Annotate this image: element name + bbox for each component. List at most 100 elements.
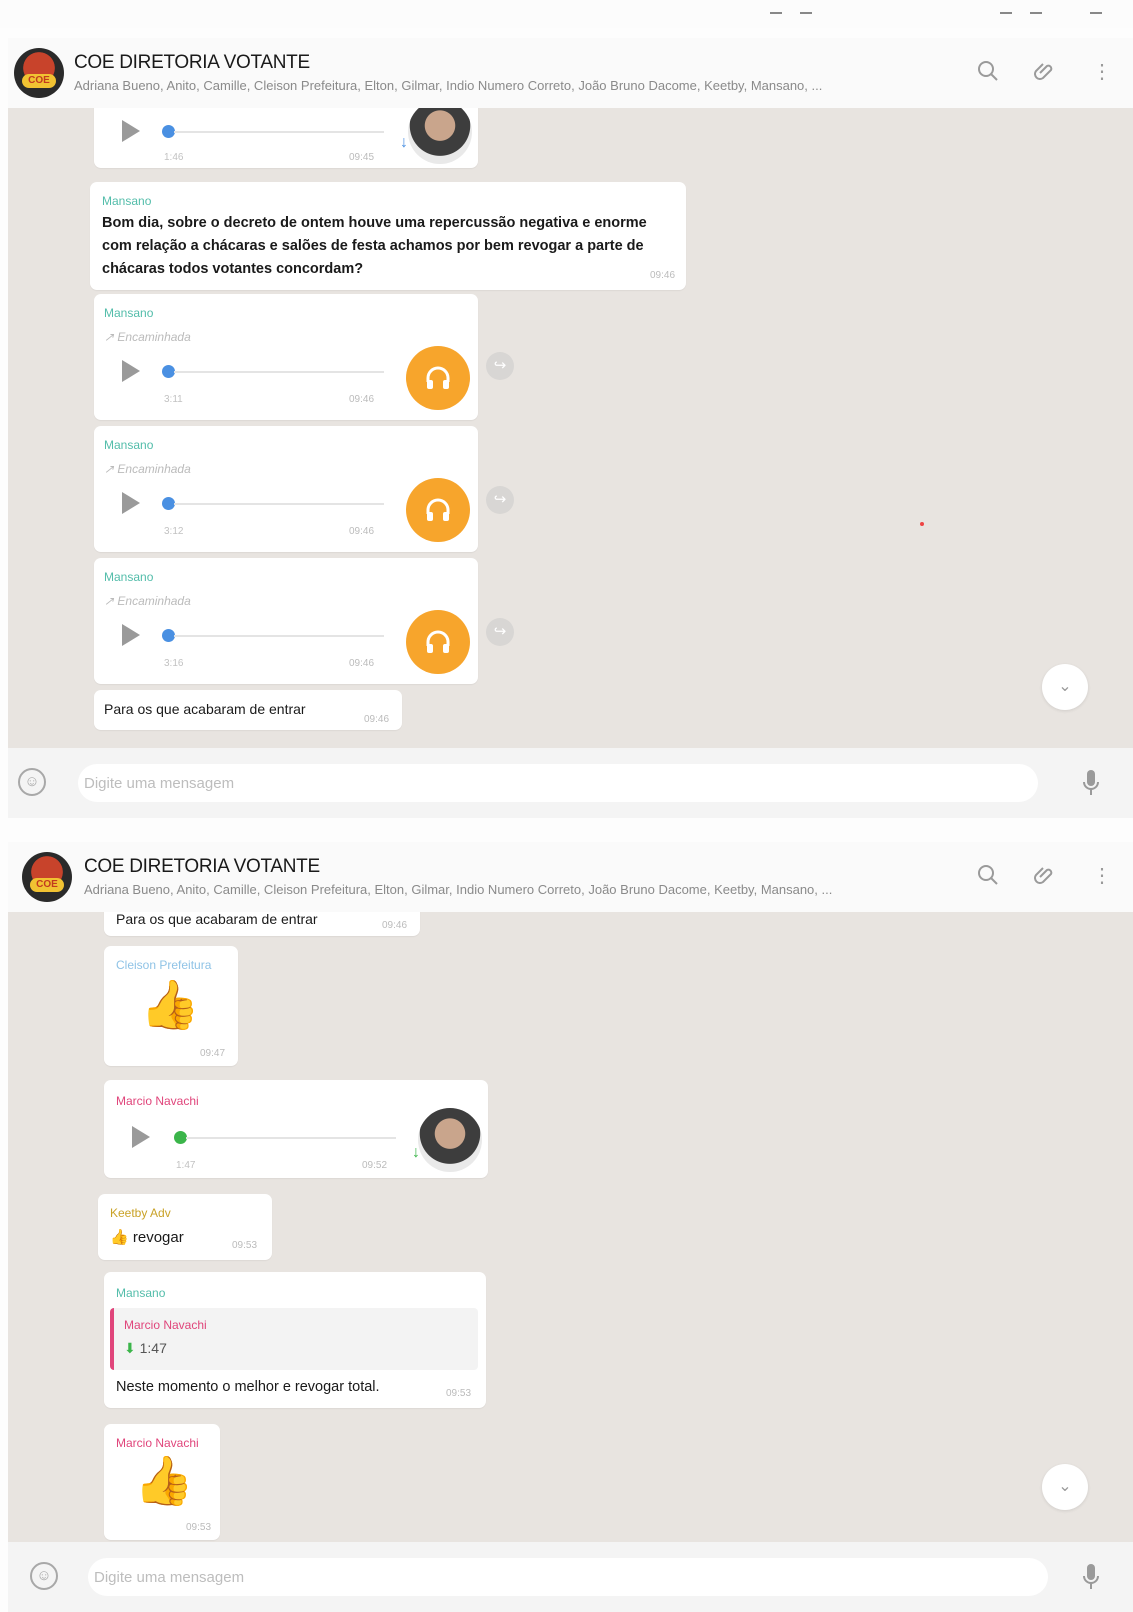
chevron-down-icon[interactable]: ⌄ xyxy=(1042,1464,1088,1510)
message-text: Para os que acabaram de entrar xyxy=(116,912,318,927)
headphones-icon xyxy=(406,478,470,542)
play-icon[interactable] xyxy=(132,1126,150,1148)
sender-photo xyxy=(418,1108,482,1172)
progress-track[interactable] xyxy=(174,131,384,133)
restore-icon[interactable] xyxy=(800,12,812,14)
message-sender: Mansano xyxy=(102,194,152,208)
message-time: 09:45 xyxy=(349,152,375,163)
progress-track[interactable] xyxy=(186,1137,396,1139)
message-sender: Mansano xyxy=(116,1286,166,1300)
message-input[interactable] xyxy=(78,764,1038,802)
mic-icon[interactable] xyxy=(1081,1562,1101,1592)
play-icon[interactable] xyxy=(122,624,140,646)
attach-icon[interactable] xyxy=(1033,60,1057,84)
window-chrome xyxy=(0,0,1133,28)
message-sender: Cleison Prefeitura xyxy=(116,958,212,972)
message-time: 09:53 xyxy=(446,1388,472,1399)
forwarded-label: ↗ Encaminhada xyxy=(104,462,191,476)
headphones-icon xyxy=(406,610,470,674)
audio-duration: 3:12 xyxy=(164,526,184,537)
message-time: 09:46 xyxy=(349,394,375,405)
progress-track[interactable] xyxy=(174,635,384,637)
mic-icon[interactable] xyxy=(1081,768,1101,798)
quoted-sender: Marcio Navachi xyxy=(124,1318,207,1332)
message-time: 09:46 xyxy=(382,920,408,931)
thumbs-up-icon: 👍 xyxy=(110,1229,129,1246)
audio-message: 1:46 09:45 ↓ xyxy=(94,108,478,168)
compose-bar: ☺ xyxy=(8,748,1133,818)
download-icon: ↓ xyxy=(400,134,408,151)
play-icon[interactable] xyxy=(122,360,140,382)
forwarded-label: ↗ Encaminhada xyxy=(104,330,191,344)
message-time: 09:46 xyxy=(650,270,676,281)
message-text: Neste momento o melhor e revogar total. xyxy=(116,1379,380,1395)
stray-dot xyxy=(920,522,924,526)
close-icon[interactable] xyxy=(1090,12,1102,14)
forwarded-audio-message: Mansano ↗ Encaminhada 3:11 09:46 xyxy=(94,294,478,420)
progress-track[interactable] xyxy=(174,371,384,373)
play-icon[interactable] xyxy=(122,492,140,514)
thumbs-up-icon: 👍 xyxy=(134,1455,194,1508)
message-time: 09:46 xyxy=(349,526,375,537)
group-participants: Adriana Bueno, Anito, Camille, Cleison P… xyxy=(84,882,833,897)
forward-icon[interactable]: ↪ xyxy=(486,352,514,380)
audio-duration: 3:16 xyxy=(164,658,184,669)
search-icon[interactable] xyxy=(976,864,1000,888)
message-time: 09:46 xyxy=(364,714,390,725)
reply-message: Mansano Marcio Navachi ⬇ 1:47 Neste mome… xyxy=(104,1272,486,1408)
group-avatar[interactable]: COE xyxy=(14,48,64,98)
message-input[interactable] xyxy=(88,1558,1048,1596)
chat-header[interactable]: COE COE DIRETORIA VOTANTE Adriana Bueno,… xyxy=(8,38,1133,108)
play-icon[interactable] xyxy=(122,120,140,142)
message-text: Para os que acabaram de entrar xyxy=(104,701,306,717)
mic-icon: ⬇ xyxy=(124,1340,136,1356)
search-icon[interactable] xyxy=(976,60,1000,84)
message-text: 👍 revogar xyxy=(110,1226,184,1249)
text-message: Keetby Adv 👍 revogar 09:53 xyxy=(98,1194,272,1260)
progress-track[interactable] xyxy=(174,503,384,505)
message-time: 09:46 xyxy=(349,658,375,669)
chevron-down-icon[interactable]: ⌄ xyxy=(1042,664,1088,710)
emoji-icon[interactable]: ☺ xyxy=(30,1562,58,1590)
forwarded-audio-message: Mansano ↗ Encaminhada 3:12 09:46 xyxy=(94,426,478,552)
message-sender: Mansano xyxy=(104,438,154,452)
chat-messages[interactable]: Para os que acabaram de entrar 09:46 Cle… xyxy=(8,912,1133,1542)
audio-duration: 1:47 xyxy=(176,1160,196,1171)
thumbs-up-icon: 👍 xyxy=(140,979,200,1032)
group-participants: Adriana Bueno, Anito, Camille, Cleison P… xyxy=(74,78,823,93)
minimize-icon[interactable] xyxy=(770,12,782,14)
forward-icon[interactable]: ↪ xyxy=(486,618,514,646)
forward-icon[interactable]: ↪ xyxy=(486,486,514,514)
compose-bar: ☺ xyxy=(8,1542,1133,1612)
forwarded-audio-message: Mansano ↗ Encaminhada 3:16 09:46 xyxy=(94,558,478,684)
menu-icon[interactable]: ⋮ xyxy=(1090,60,1114,84)
menu-icon[interactable]: ⋮ xyxy=(1090,864,1114,888)
text-message: Para os que acabaram de entrar 09:46 xyxy=(94,690,402,730)
forwarded-text: Encaminhada xyxy=(117,330,191,344)
sticker-message: Marcio Navachi 👍 09:53 xyxy=(104,1424,220,1540)
quoted-message[interactable]: Marcio Navachi ⬇ 1:47 xyxy=(110,1308,478,1370)
group-avatar[interactable]: COE xyxy=(22,852,72,902)
text-message: Mansano Bom dia, sobre o decreto de onte… xyxy=(90,182,686,290)
message-time: 09:53 xyxy=(232,1240,258,1251)
message-sender: Keetby Adv xyxy=(110,1206,171,1220)
quoted-audio: ⬇ 1:47 xyxy=(124,1340,167,1357)
chat-header[interactable]: COE COE DIRETORIA VOTANTE Adriana Bueno,… xyxy=(8,842,1133,912)
audio-message: Marcio Navachi 1:47 09:52 ↓ xyxy=(104,1080,488,1178)
message-text: Bom dia, sobre o decreto de ontem houve … xyxy=(102,215,647,277)
forwarded-text: Encaminhada xyxy=(117,462,191,476)
emoji-icon[interactable]: ☺ xyxy=(18,768,46,796)
chat-panel-2: COE COE DIRETORIA VOTANTE Adriana Bueno,… xyxy=(8,842,1133,1612)
message-sender: Mansano xyxy=(104,570,154,584)
message-time: 09:47 xyxy=(200,1048,226,1059)
message-body: revogar xyxy=(132,1229,184,1246)
audio-duration: 1:46 xyxy=(164,152,184,163)
chat-messages[interactable]: 1:46 09:45 ↓ Mansano Bom dia, sobre o de… xyxy=(8,108,1133,748)
attach-icon[interactable] xyxy=(1033,864,1057,888)
message-sender: Marcio Navachi xyxy=(116,1094,199,1108)
chat-panel-1: COE COE DIRETORIA VOTANTE Adriana Bueno,… xyxy=(8,38,1133,818)
minimize-icon[interactable] xyxy=(1000,12,1012,14)
restore-icon[interactable] xyxy=(1030,12,1042,14)
message-time: 09:53 xyxy=(186,1522,212,1533)
group-title: COE DIRETORIA VOTANTE xyxy=(84,856,320,877)
